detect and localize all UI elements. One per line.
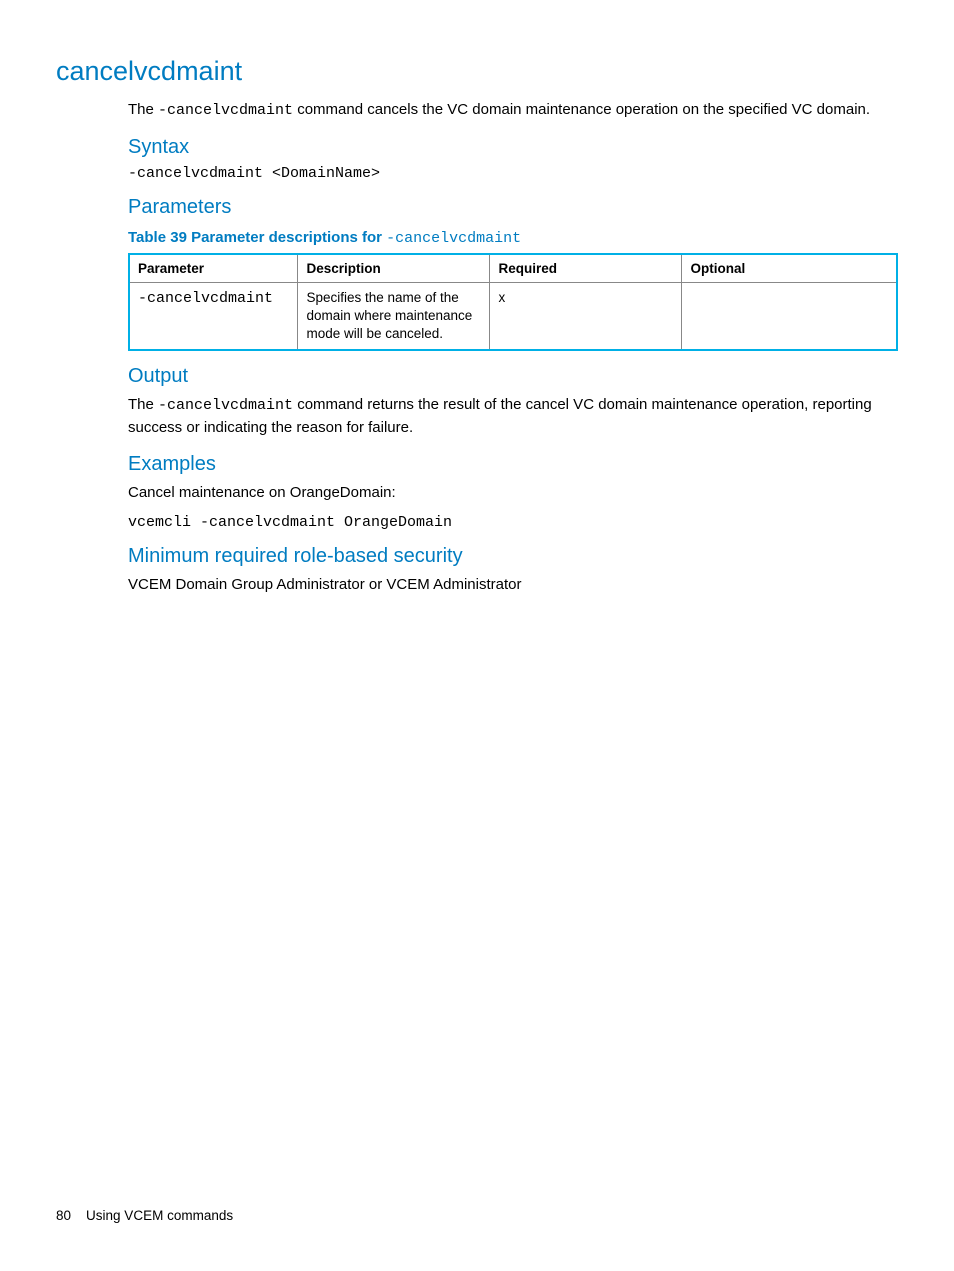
cell-optional (682, 282, 897, 350)
intro-suffix: command cancels the VC domain maintenanc… (293, 101, 870, 118)
output-code: -cancelvcdmaint (158, 397, 293, 414)
table-row: -cancelvcdmaint Specifies the name of th… (129, 282, 897, 350)
intro-code: -cancelvcdmaint (158, 102, 293, 119)
caption-prefix: Table 39 Parameter descriptions for (128, 229, 386, 246)
header-required: Required (490, 254, 682, 283)
output-heading: Output (128, 365, 898, 388)
header-optional: Optional (682, 254, 897, 283)
security-text: VCEM Domain Group Administrator or VCEM … (128, 574, 898, 596)
parameters-table: Parameter Description Required Optional … (128, 253, 898, 352)
caption-code: -cancelvcdmaint (386, 230, 521, 247)
examples-text: Cancel maintenance on OrangeDomain: (128, 482, 898, 504)
table-caption: Table 39 Parameter descriptions for -can… (128, 229, 898, 247)
page-footer: 80 Using VCEM commands (56, 1208, 233, 1223)
examples-code: vcemcli -cancelvcdmaint OrangeDomain (128, 514, 898, 531)
intro-paragraph: The -cancelvcdmaint command cancels the … (128, 99, 898, 122)
footer-label: Using VCEM commands (86, 1208, 233, 1223)
syntax-code: -cancelvcdmaint <DomainName> (128, 165, 898, 182)
syntax-heading: Syntax (128, 136, 898, 159)
page-number: 80 (56, 1208, 71, 1223)
cell-parameter: -cancelvcdmaint (129, 282, 298, 350)
header-description: Description (298, 254, 490, 283)
header-parameter: Parameter (129, 254, 298, 283)
examples-heading: Examples (128, 453, 898, 476)
output-prefix: The (128, 396, 158, 413)
intro-prefix: The (128, 101, 158, 118)
security-heading: Minimum required role-based security (128, 545, 898, 568)
cell-required: x (490, 282, 682, 350)
page-title: cancelvcdmaint (56, 56, 898, 87)
table-header-row: Parameter Description Required Optional (129, 254, 897, 283)
output-paragraph: The -cancelvcdmaint command returns the … (128, 394, 898, 439)
parameters-heading: Parameters (128, 196, 898, 219)
cell-description: Specifies the name of the domain where m… (298, 282, 490, 350)
param-code: -cancelvcdmaint (138, 290, 273, 307)
